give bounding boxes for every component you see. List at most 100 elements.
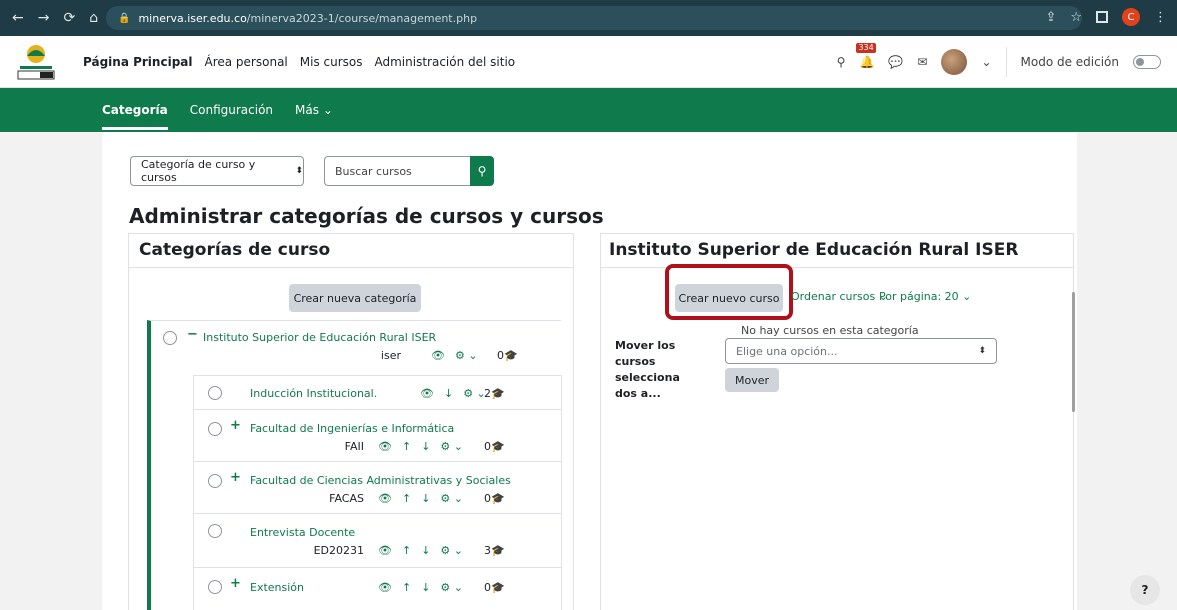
back-icon[interactable]: ← xyxy=(12,10,24,26)
tab-settings[interactable]: Configuración xyxy=(190,103,273,117)
category-idnumber: FAII xyxy=(344,440,364,453)
address-bar[interactable]: 🔒 minerva.iser.edu.co/minerva2023-1/cour… xyxy=(106,6,1082,30)
category-select-radio[interactable] xyxy=(208,386,222,400)
course-listing-panel: Instituto Superior de Educación Rural IS… xyxy=(600,233,1074,610)
select-caret-icon: ⬍ xyxy=(978,346,986,356)
messages-icon[interactable]: 💬 xyxy=(888,55,903,69)
move-target-select[interactable]: Elige una opción... ⬍ xyxy=(725,338,997,364)
move-up-icon[interactable]: ↑ xyxy=(402,492,411,505)
reload-icon[interactable]: ⟳ xyxy=(63,10,75,26)
tab-more[interactable]: Más ⌄ xyxy=(295,103,333,117)
view-mode-select[interactable]: Categoría de curso y cursos ⬍ xyxy=(130,156,304,186)
category-link[interactable]: Inducción Institucional. xyxy=(250,387,377,400)
move-down-icon[interactable]: ↓ xyxy=(421,492,430,505)
category-row: + Facultad de Ingenierías e Informática … xyxy=(194,409,562,461)
visibility-eye-icon[interactable]: 👁 xyxy=(420,387,434,400)
move-button[interactable]: Mover xyxy=(725,368,779,392)
gear-icon[interactable]: ⚙ ⌄ xyxy=(440,581,463,594)
move-down-icon[interactable]: ↓ xyxy=(421,440,430,453)
move-down-icon[interactable]: ↓ xyxy=(421,581,430,594)
mail-icon[interactable]: ✉ xyxy=(917,55,927,69)
course-count-value: 0 xyxy=(484,440,491,453)
course-count-value: 0 xyxy=(497,349,504,362)
nav-dashboard[interactable]: Área personal xyxy=(204,55,289,69)
search-button[interactable]: ⚲ xyxy=(470,156,494,186)
tab-more-label: Más xyxy=(295,103,319,117)
gear-icon[interactable]: ⚙ ⌄ xyxy=(463,387,486,400)
category-link[interactable]: Facultad de Ciencias Administrativas y S… xyxy=(250,474,511,487)
category-actions: 👁 ↑ ↓ ⚙ ⌄ xyxy=(378,544,463,557)
side-panel-icon[interactable] xyxy=(1096,11,1108,23)
iser-logo[interactable] xyxy=(14,42,58,82)
create-course-button[interactable]: Crear nuevo curso xyxy=(675,284,783,312)
tab-category[interactable]: Categoría xyxy=(102,103,168,130)
visibility-eye-icon[interactable]: 👁 xyxy=(378,492,392,505)
lock-icon: 🔒 xyxy=(118,12,131,24)
category-select-radio[interactable] xyxy=(208,422,222,436)
nav-home[interactable]: Página Principal xyxy=(82,55,194,69)
category-select-radio[interactable] xyxy=(208,580,222,594)
move-down-icon[interactable]: ↓ xyxy=(421,544,430,557)
category-row: Inducción Institucional. 👁 ↓ ⚙ ⌄ 2🎓 xyxy=(194,375,562,409)
visibility-eye-icon[interactable]: 👁 xyxy=(431,349,445,362)
chevron-down-icon: ⌄ xyxy=(322,103,333,117)
gear-icon[interactable]: ⚙ ⌄ xyxy=(440,492,463,505)
edit-mode-toggle[interactable] xyxy=(1133,55,1161,69)
move-up-icon[interactable]: ↑ xyxy=(402,581,411,594)
category-row: Entrevista Docente ED20231 👁 ↑ ↓ ⚙ ⌄ 3🎓 xyxy=(194,513,562,567)
share-icon[interactable]: ⇪ xyxy=(1045,10,1056,25)
course-count-value: 3 xyxy=(484,544,491,557)
per-page-link[interactable]: Por página: 20 ⌄ xyxy=(879,290,971,303)
graduation-cap-icon: 🎓 xyxy=(491,387,505,400)
site-navbar: Página Principal Área personal Mis curso… xyxy=(0,36,1177,88)
expand-icon[interactable]: + xyxy=(230,418,241,433)
course-count: 3🎓 xyxy=(484,544,505,557)
category-link[interactable]: Instituto Superior de Educación Rural IS… xyxy=(203,331,436,344)
category-select-radio[interactable] xyxy=(208,474,222,488)
scrollbar[interactable] xyxy=(1072,292,1075,412)
notifications-bell-icon[interactable]: 🔔 334 xyxy=(856,43,876,69)
collapse-icon[interactable]: − xyxy=(187,327,198,342)
user-avatar[interactable] xyxy=(941,49,968,75)
category-select-radio[interactable] xyxy=(163,331,177,345)
graduation-cap-icon: 🎓 xyxy=(491,440,505,453)
chevron-down-icon[interactable]: ⌄ xyxy=(981,55,991,69)
home-icon[interactable]: ⌂ xyxy=(89,10,98,26)
category-link[interactable]: Facultad de Ingenierías e Informática xyxy=(250,422,454,435)
create-category-button[interactable]: Crear nueva categoría xyxy=(289,284,421,312)
category-select-radio[interactable] xyxy=(208,524,222,538)
gear-icon[interactable]: ⚙ ⌄ xyxy=(440,544,463,557)
forward-icon[interactable]: → xyxy=(38,10,50,26)
move-down-icon[interactable]: ↓ xyxy=(444,387,453,400)
nav-site-admin[interactable]: Administración del sitio xyxy=(374,55,517,69)
help-button[interactable]: ? xyxy=(1130,575,1160,605)
search-icon[interactable]: ⚲ xyxy=(837,55,846,69)
gear-icon[interactable]: ⚙ ⌄ xyxy=(440,440,463,453)
browser-toolbar: ← → ⟳ ⌂ 🔒 minerva.iser.edu.co/minerva202… xyxy=(0,0,1177,36)
secondary-navigation: Categoría Configuración Más ⌄ xyxy=(0,88,1177,132)
course-count-value: 0 xyxy=(484,492,491,505)
search-input[interactable] xyxy=(324,156,470,186)
category-link[interactable]: Extensión xyxy=(250,581,304,594)
sort-courses-link[interactable]: Ordenar cursos ⌄ xyxy=(791,290,888,303)
sort-courses-label: Ordenar cursos xyxy=(791,290,876,303)
category-link[interactable]: Entrevista Docente xyxy=(250,526,355,539)
nav-my-courses[interactable]: Mis cursos xyxy=(299,55,364,69)
visibility-eye-icon[interactable]: 👁 xyxy=(378,581,392,594)
category-actions: 👁 ↑ ↓ ⚙ ⌄ xyxy=(378,492,463,505)
category-row: + Facultad de Ciencias Administrativas y… xyxy=(194,461,562,513)
category-actions: 👁 ↑ ↓ ⚙ ⌄ xyxy=(378,440,463,453)
bookmark-star-icon[interactable]: ☆ xyxy=(1070,10,1082,25)
course-count: 0🎓 xyxy=(497,349,518,362)
course-count: 0🎓 xyxy=(484,581,505,594)
browser-menu-icon[interactable]: ⋮ xyxy=(1154,10,1167,25)
expand-icon[interactable]: + xyxy=(230,470,241,485)
gear-icon[interactable]: ⚙ ⌄ xyxy=(455,349,478,362)
move-up-icon[interactable]: ↑ xyxy=(402,440,411,453)
visibility-eye-icon[interactable]: 👁 xyxy=(378,440,392,453)
move-up-icon[interactable]: ↑ xyxy=(402,544,411,557)
profile-avatar[interactable]: C xyxy=(1122,8,1140,26)
course-count-value: 0 xyxy=(484,581,491,594)
expand-icon[interactable]: + xyxy=(230,576,241,591)
visibility-eye-icon[interactable]: 👁 xyxy=(378,544,392,557)
